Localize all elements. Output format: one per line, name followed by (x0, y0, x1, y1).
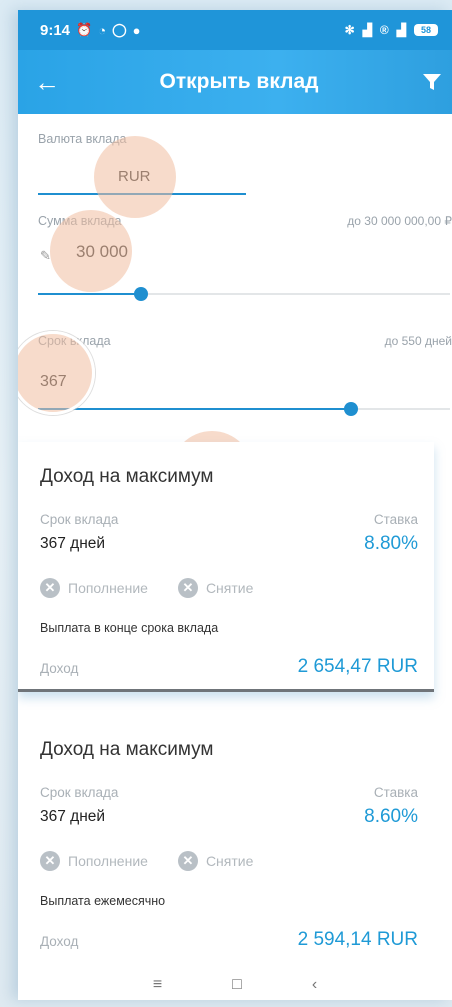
term-slider[interactable] (38, 402, 450, 416)
offer-term-label: Срок вклада (40, 512, 119, 527)
currency-value[interactable]: RUR (118, 168, 151, 185)
offer-payout: Выплата ежемесячно (40, 894, 166, 908)
phone-screen: 9:14 ⏰ ◔ ◯ ● ✻ ▟ ® ▟ 58 ← Открыть вклад … (18, 10, 452, 1000)
offer-options: ✕ Пополнение ✕ Снятие (40, 851, 253, 871)
offer-rate-value: 8.80% (364, 533, 418, 554)
replenish-label: Пополнение (68, 580, 148, 596)
close-circle-icon: ✕ (177, 851, 198, 871)
offer-rate-label: Ставка (373, 512, 418, 527)
sum-field: Сумма вклада до 30 000 000,00 ₽ ✎ 30 000 (38, 200, 452, 316)
system-nav-bar: ≡ □ ‹ (18, 970, 452, 1000)
replenish-option: ✕ Пополнение (40, 851, 148, 871)
offer-rate-value: 8.60% (364, 806, 418, 827)
term-field: Срок вклада до 550 дней 367 (38, 316, 452, 432)
offer-card[interactable]: Доход на максимум Срок вклада Ставка 367… (18, 715, 434, 970)
signal-icon: ▟ (396, 23, 406, 37)
offer-rate-label: Ставка (373, 785, 418, 800)
sum-slider-fill (38, 293, 141, 295)
arrow-left-icon[interactable]: ← (18, 67, 76, 98)
page-title: Открыть вклад (159, 70, 319, 93)
offer-term-label: Срок вклада (40, 785, 119, 800)
currency-underline (38, 193, 246, 195)
currency-field[interactable]: Валюта вклада RUR (38, 114, 452, 200)
filter-icon[interactable] (412, 72, 452, 92)
close-circle-icon: ✕ (40, 578, 60, 598)
alarm-off-icon: ⏰ (76, 22, 93, 37)
replenish-option: ✕ Пополнение (40, 578, 148, 598)
replenish-label: Пополнение (68, 853, 148, 869)
term-slider-fill (38, 408, 351, 410)
offer-card[interactable]: Доход на максимум Срок вклада Ставка 367… (18, 442, 434, 692)
term-max: до 550 дней (384, 334, 452, 348)
status-time: 9:14 (40, 21, 71, 39)
whatsapp-icon: ◯ (112, 22, 127, 37)
offer-income-value: 2 654,47 RUR (297, 656, 418, 677)
close-circle-icon: ✕ (40, 851, 60, 871)
offer-income-value: 2 594,14 RUR (297, 929, 418, 950)
offer-payout: Выплата в конце срока вклада (40, 621, 219, 635)
term-slider-thumb[interactable] (344, 402, 358, 416)
sum-slider-thumb[interactable] (134, 287, 148, 301)
offer-title: Доход на максимум (40, 739, 214, 760)
sum-max: до 30 000 000,00 ₽ (347, 214, 452, 228)
message-icon: ● (132, 22, 141, 38)
withdraw-label: Снятие (205, 580, 254, 596)
withdraw-option: ✕ Снятие (177, 578, 254, 598)
offer-income-label: Доход (40, 934, 79, 949)
back-nav-icon[interactable]: ‹ (312, 976, 317, 994)
status-bar: 9:14 ⏰ ◔ ◯ ● ✻ ▟ ® ▟ 58 (18, 10, 452, 50)
term-label: Срок вклада (38, 334, 111, 348)
home-icon[interactable]: □ (232, 976, 242, 994)
offer-income-label: Доход (40, 661, 79, 676)
signal-4g-icon: ▟ (362, 23, 372, 37)
close-circle-icon: ✕ (177, 578, 198, 598)
term-input[interactable]: 367 (40, 373, 67, 391)
withdraw-label: Снятие (205, 853, 254, 869)
alarm-icon: ◔ (98, 22, 107, 38)
sum-slider[interactable] (38, 287, 450, 301)
battery-icon: 58 (414, 24, 438, 36)
withdraw-option: ✕ Снятие (177, 851, 254, 871)
pencil-icon: ✎ (40, 248, 51, 263)
bluetooth-icon: ✻ (344, 23, 355, 37)
currency-label: Валюта вклада (38, 132, 127, 146)
offer-term-value: 367 дней (40, 535, 106, 552)
offer-title: Доход на максимум (40, 466, 214, 487)
deposit-form: Валюта вклада RUR Сумма вклада до 30 000… (18, 114, 452, 432)
sum-label: Сумма вклада (38, 214, 122, 228)
offer-options: ✕ Пополнение ✕ Снятие (40, 578, 253, 598)
menu-icon[interactable]: ≡ (153, 976, 162, 994)
sum-input[interactable]: 30 000 (76, 242, 128, 262)
offer-term-value: 367 дней (40, 808, 106, 825)
app-bar: ← Открыть вклад (18, 50, 452, 114)
r-icon: ® (379, 23, 389, 37)
